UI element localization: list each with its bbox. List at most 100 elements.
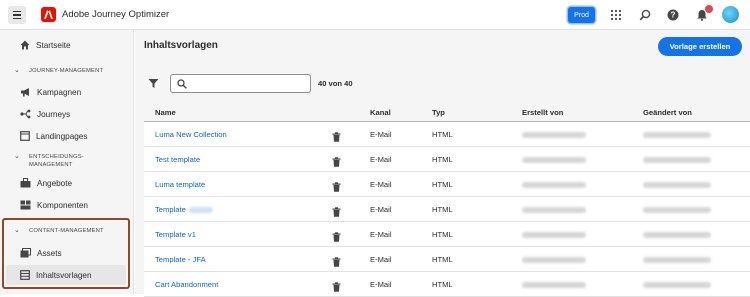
sidebar-item-label: Assets <box>37 248 62 258</box>
redacted-created-by <box>522 182 586 188</box>
create-template-button[interactable]: Vorlage erstellen <box>658 37 742 56</box>
table-row[interactable]: Template v1 E-Mail HTML <box>144 222 750 247</box>
table-row[interactable]: Template E-Mail HTML <box>144 197 750 222</box>
user-avatar[interactable] <box>722 6 739 23</box>
sidebar-item-label: Inhaltsvorlagen <box>36 270 92 280</box>
sidebar-item-label: Angebote <box>37 178 73 188</box>
landing-page-icon <box>20 131 30 141</box>
template-name-link[interactable]: Template <box>155 205 186 214</box>
type-cell: HTML <box>432 130 453 139</box>
redacted-created-by <box>522 282 586 288</box>
sidebar-item-angebote[interactable]: Angebote <box>20 174 72 192</box>
channel-cell: E-Mail <box>370 230 392 239</box>
channel-cell: E-Mail <box>370 255 392 264</box>
search-icon <box>177 78 187 89</box>
table-row[interactable]: Test template E-Mail HTML <box>144 147 750 172</box>
template-name-link[interactable]: Template v1 <box>155 230 196 239</box>
section-content-management[interactable]: ⌄ CONTENT-MANAGEMENT <box>14 227 104 235</box>
filter-icon[interactable] <box>148 76 159 94</box>
type-cell: HTML <box>432 230 453 239</box>
sidebar-item-komponenten[interactable]: Komponenten <box>20 196 88 214</box>
trash-icon[interactable] <box>332 229 341 247</box>
column-header-type[interactable]: Typ <box>432 108 445 117</box>
section-label-line2: MANAGEMENT <box>29 162 73 168</box>
redacted-modified-by <box>643 157 711 163</box>
table-row[interactable]: Luma New Collection E-Mail HTML <box>144 122 750 147</box>
redacted-modified-by <box>643 282 711 288</box>
table-header: Name Kanal Typ Erstellt von Geändert von <box>144 102 750 122</box>
home-icon <box>20 40 30 50</box>
journey-icon <box>20 109 31 119</box>
trash-icon[interactable] <box>332 154 341 172</box>
svg-text:?: ? <box>671 11 676 20</box>
type-cell: HTML <box>432 255 453 264</box>
help-icon[interactable]: ? <box>665 7 681 23</box>
template-icon <box>20 270 30 280</box>
search-input[interactable] <box>170 74 311 93</box>
trash-icon[interactable] <box>332 254 341 272</box>
sidebar-item-assets[interactable]: Assets <box>20 244 62 262</box>
trash-icon[interactable] <box>332 204 341 222</box>
redacted-created-by <box>522 207 586 213</box>
redacted-created-by <box>522 232 586 238</box>
sidebar-item-label: Landingpages <box>36 131 88 141</box>
trash-icon[interactable] <box>332 179 341 197</box>
chevron-down-icon: ⌄ <box>14 153 21 160</box>
sidebar-item-inhaltsvorlagen[interactable]: Inhaltsvorlagen <box>20 266 92 284</box>
type-cell: HTML <box>432 280 453 289</box>
megaphone-icon <box>21 88 29 97</box>
template-name-link[interactable]: Cart Abandonment <box>155 280 218 289</box>
template-name-link[interactable]: Luma New Collection <box>155 130 227 139</box>
channel-cell: E-Mail <box>370 280 392 289</box>
section-decision-management[interactable]: ⌄ ENTSCHEIDUNGS- MANAGEMENT <box>14 153 84 169</box>
apps-grid-icon[interactable] <box>608 7 624 23</box>
top-bar: Adobe Journey Optimizer Prod ? <box>0 0 750 30</box>
template-name-link[interactable]: Template - JFA <box>155 255 206 264</box>
sidebar-item-landingpages[interactable]: Landingpages <box>20 127 87 145</box>
channel-cell: E-Mail <box>370 155 392 164</box>
section-label: JOURNEY-MANAGEMENT <box>29 68 104 74</box>
sidebar-item-home[interactable]: Startseite <box>20 36 71 54</box>
offer-icon <box>20 178 31 188</box>
column-header-channel[interactable]: Kanal <box>370 108 391 117</box>
type-cell: HTML <box>432 155 453 164</box>
environment-badge[interactable]: Prod <box>568 7 595 23</box>
assets-icon <box>20 248 31 258</box>
channel-cell: E-Mail <box>370 180 392 189</box>
template-name-link[interactable]: Test template <box>155 155 200 164</box>
sidebar-item-label: Startseite <box>36 40 71 50</box>
search-icon[interactable] <box>637 7 653 23</box>
channel-cell: E-Mail <box>370 130 392 139</box>
redacted-name-suffix <box>189 207 213 213</box>
column-header-modified-by[interactable]: Geändert von <box>643 108 692 117</box>
redacted-modified-by <box>643 207 711 213</box>
sidebar-item-label: Kampagnen <box>37 87 82 97</box>
app-title: Adobe Journey Optimizer <box>62 9 170 20</box>
sidebar-item-journeys[interactable]: Journeys <box>20 105 70 123</box>
trash-icon[interactable] <box>332 279 341 297</box>
menu-icon[interactable] <box>8 6 26 24</box>
section-journey-management[interactable]: ⌄ JOURNEY-MANAGEMENT <box>14 67 103 75</box>
chevron-down-icon: ⌄ <box>14 67 21 74</box>
column-header-created-by[interactable]: Erstellt von <box>522 108 563 117</box>
page-title: Inhaltsvorlagen <box>144 40 218 51</box>
redacted-modified-by <box>643 182 711 188</box>
channel-cell: E-Mail <box>370 205 392 214</box>
sidebar-item-label: Komponenten <box>37 200 88 210</box>
column-header-name[interactable]: Name <box>155 108 176 117</box>
redacted-modified-by <box>643 132 711 138</box>
table-row[interactable]: Cart Abandonment E-Mail HTML <box>144 272 750 297</box>
chevron-down-icon: ⌄ <box>14 227 21 234</box>
template-name-link[interactable]: Luma template <box>155 180 205 189</box>
sidebar-item-kampagnen[interactable]: Kampagnen <box>20 83 81 101</box>
notification-count-badge <box>705 5 713 13</box>
table-row[interactable]: Template - JFA E-Mail HTML <box>144 247 750 272</box>
section-label: CONTENT-MANAGEMENT <box>29 228 104 234</box>
redacted-created-by <box>522 257 586 263</box>
result-count: 40 von 40 <box>318 79 353 88</box>
trash-icon[interactable] <box>332 129 341 147</box>
table-row[interactable]: Luma template E-Mail HTML <box>144 172 750 197</box>
redacted-created-by <box>522 132 586 138</box>
sidebar-item-label: Journeys <box>37 109 71 119</box>
components-icon <box>20 200 31 210</box>
